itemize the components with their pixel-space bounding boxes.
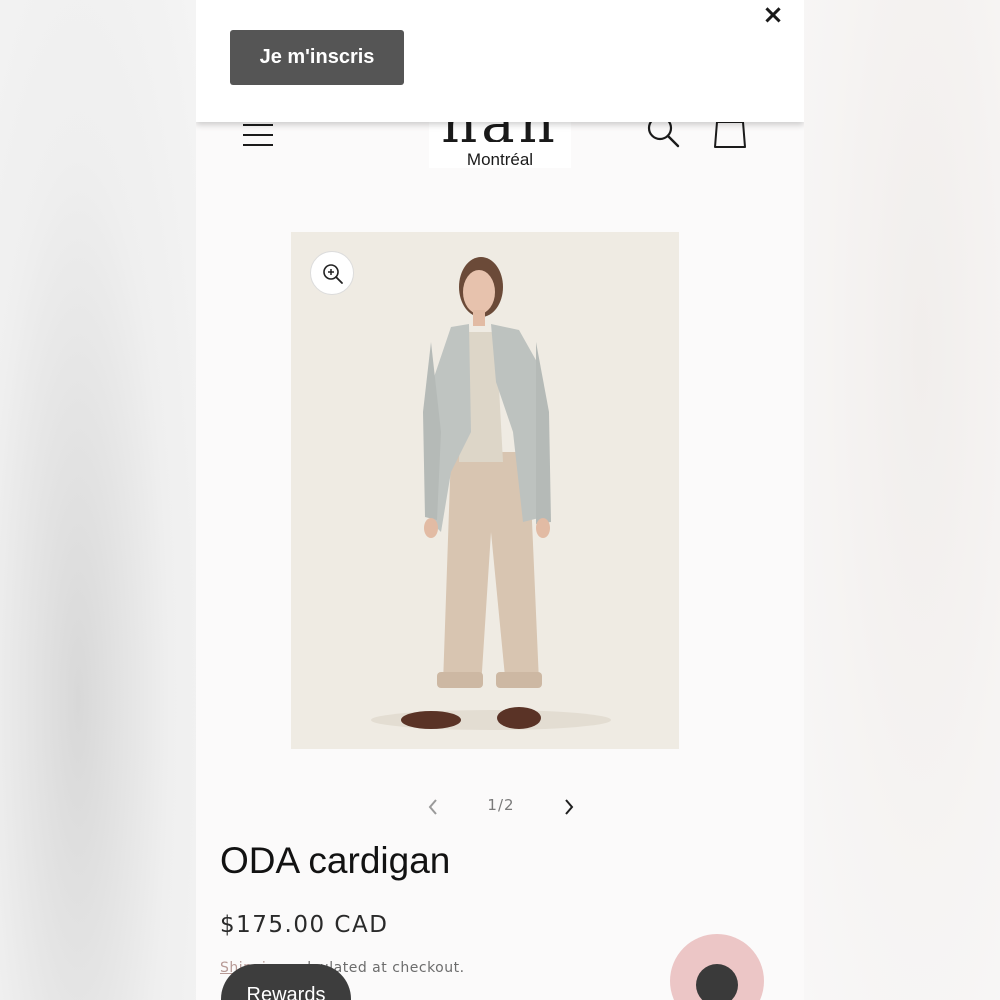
chevron-left-icon[interactable] bbox=[424, 795, 442, 819]
chat-icon bbox=[696, 964, 738, 1000]
slide-counter: 1/2 bbox=[487, 796, 515, 814]
mobile-page: nan Montréal × Je m'inscris 1/2 ODA card… bbox=[196, 0, 804, 1000]
product-price: $175.00 CAD bbox=[220, 912, 389, 938]
rewards-button[interactable]: Rewards bbox=[221, 964, 351, 1000]
newsletter-popup: × Je m'inscris bbox=[196, 0, 804, 122]
product-title: ODA cardigan bbox=[220, 840, 451, 881]
background-blur-right bbox=[804, 0, 1000, 1000]
hamburger-icon[interactable] bbox=[243, 124, 273, 146]
chat-button[interactable] bbox=[670, 934, 764, 1000]
zoom-button[interactable] bbox=[310, 251, 354, 295]
model-photo bbox=[291, 232, 679, 749]
logo-subtitle: Montréal bbox=[466, 150, 534, 169]
product-image[interactable] bbox=[291, 232, 679, 749]
background-blur-left bbox=[0, 0, 196, 1000]
signup-button[interactable]: Je m'inscris bbox=[230, 30, 404, 85]
chevron-right-icon[interactable] bbox=[560, 795, 578, 819]
zoom-in-icon bbox=[323, 264, 343, 284]
close-icon[interactable]: × bbox=[758, 2, 788, 28]
